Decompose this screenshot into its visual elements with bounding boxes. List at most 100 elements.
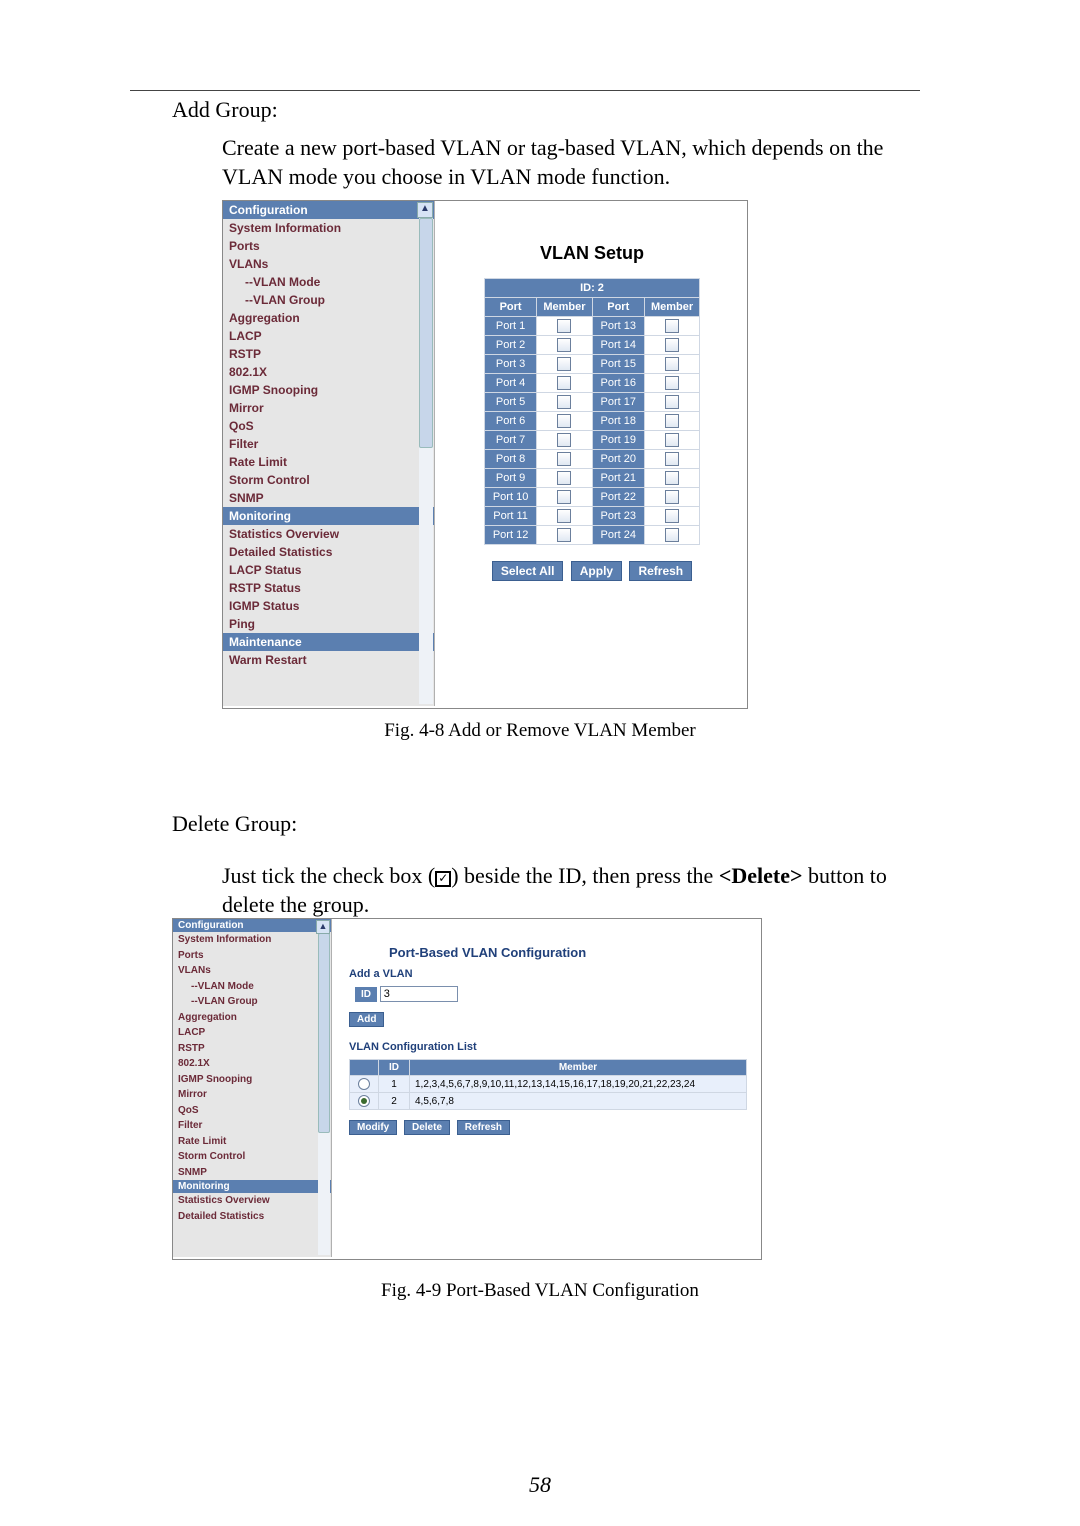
sidebar-item-vlan-group[interactable]: --VLAN Group	[223, 291, 434, 309]
col-id: ID	[379, 1060, 410, 1076]
sidebar: ▲ Configuration System Information Ports…	[223, 201, 435, 706]
checked-box-icon: ✓	[435, 871, 451, 887]
row-id: 2	[379, 1093, 410, 1110]
member-checkbox[interactable]	[665, 490, 679, 504]
sidebar-item-ports[interactable]: Ports	[173, 948, 331, 964]
sidebar-item-vlan-mode[interactable]: --VLAN Mode	[173, 979, 331, 995]
refresh-button[interactable]: Refresh	[629, 561, 692, 581]
col-select	[350, 1060, 379, 1076]
sidebar-item-rate-limit[interactable]: Rate Limit	[223, 453, 434, 471]
member-checkbox[interactable]	[557, 414, 571, 428]
sidebar-item-vlan-group[interactable]: --VLAN Group	[173, 994, 331, 1010]
sidebar-item-lacp-status[interactable]: LACP Status	[223, 561, 434, 579]
table-row: Port 4Port 16	[484, 374, 699, 393]
sidebar-item-detailed-statistics[interactable]: Detailed Statistics	[223, 543, 434, 561]
sidebar-item-rate-limit[interactable]: Rate Limit	[173, 1134, 331, 1150]
figure-caption-4-8: Fig. 4-8 Add or Remove VLAN Member	[0, 718, 1080, 744]
member-checkbox[interactable]	[665, 395, 679, 409]
sidebar-item-igmp-status[interactable]: IGMP Status	[223, 597, 434, 615]
apply-button[interactable]: Apply	[571, 561, 622, 581]
sidebar-item-filter[interactable]: Filter	[223, 435, 434, 453]
sidebar-item-mirror[interactable]: Mirror	[223, 399, 434, 417]
row-select-radio[interactable]	[358, 1095, 370, 1107]
sidebar-item-rstp[interactable]: RSTP	[223, 345, 434, 363]
sidebar-item-aggregation[interactable]: Aggregation	[173, 1010, 331, 1026]
table-row: Port 12Port 24	[484, 526, 699, 545]
member-checkbox[interactable]	[557, 509, 571, 523]
add-group-heading: Add Group:	[172, 95, 932, 125]
sidebar-item-system-information[interactable]: System Information	[173, 932, 331, 948]
sidebar-item-detailed-statistics[interactable]: Detailed Statistics	[173, 1209, 331, 1225]
sidebar-item-snmp[interactable]: SNMP	[223, 489, 434, 507]
sidebar-scroll-thumb[interactable]	[419, 218, 433, 448]
sidebar-item-filter[interactable]: Filter	[173, 1118, 331, 1134]
refresh-button[interactable]: Refresh	[457, 1120, 510, 1135]
member-checkbox[interactable]	[557, 395, 571, 409]
table-row: Port 11Port 23	[484, 507, 699, 526]
sidebar-item-qos[interactable]: QoS	[223, 417, 434, 435]
sidebar-item-snmp[interactable]: SNMP	[173, 1165, 331, 1181]
sidebar-item-8021x[interactable]: 802.1X	[173, 1056, 331, 1072]
member-checkbox[interactable]	[665, 452, 679, 466]
sidebar-item-aggregation[interactable]: Aggregation	[223, 309, 434, 327]
member-checkbox[interactable]	[557, 471, 571, 485]
member-checkbox[interactable]	[557, 376, 571, 390]
page-number: 58	[0, 1472, 1080, 1498]
scroll-up-icon[interactable]: ▲	[417, 202, 433, 218]
col-port-left: Port	[484, 298, 536, 317]
sidebar-item-igmp-snooping[interactable]: IGMP Snooping	[173, 1072, 331, 1088]
sidebar-header-monitoring: Monitoring	[223, 507, 434, 525]
sidebar-item-storm-control[interactable]: Storm Control	[223, 471, 434, 489]
sidebar-item-vlan-mode[interactable]: --VLAN Mode	[223, 273, 434, 291]
table-row: Port 2Port 14	[484, 336, 699, 355]
member-checkbox[interactable]	[665, 433, 679, 447]
sidebar-item-lacp[interactable]: LACP	[173, 1025, 331, 1041]
member-checkbox[interactable]	[557, 452, 571, 466]
sidebar-item-lacp[interactable]: LACP	[223, 327, 434, 345]
member-checkbox[interactable]	[665, 528, 679, 542]
member-checkbox[interactable]	[557, 338, 571, 352]
member-checkbox[interactable]	[665, 414, 679, 428]
sidebar-item-storm-control[interactable]: Storm Control	[173, 1149, 331, 1165]
sidebar-item-ports[interactable]: Ports	[223, 237, 434, 255]
sidebar-item-8021x[interactable]: 802.1X	[223, 363, 434, 381]
sidebar-scroll-thumb[interactable]	[318, 933, 330, 1133]
sidebar-item-rstp-status[interactable]: RSTP Status	[223, 579, 434, 597]
sidebar-item-mirror[interactable]: Mirror	[173, 1087, 331, 1103]
sidebar-item-ping[interactable]: Ping	[223, 615, 434, 633]
sidebar-item-vlans[interactable]: VLANs	[223, 255, 434, 273]
member-checkbox[interactable]	[665, 338, 679, 352]
member-checkbox[interactable]	[557, 357, 571, 371]
vlan-id-input[interactable]	[380, 986, 458, 1002]
member-checkbox[interactable]	[557, 433, 571, 447]
delete-button[interactable]: Delete	[404, 1120, 450, 1135]
sidebar-item-system-information[interactable]: System Information	[223, 219, 434, 237]
sidebar-item-qos[interactable]: QoS	[173, 1103, 331, 1119]
vlan-config-table: ID Member 1 1,2,3,4,5,6,7,8,9,10,11,12,1…	[349, 1059, 747, 1110]
table-row: Port 10Port 22	[484, 488, 699, 507]
select-all-button[interactable]: Select All	[492, 561, 564, 581]
sidebar-header-configuration: Configuration	[223, 201, 434, 219]
member-checkbox[interactable]	[557, 528, 571, 542]
scroll-up-icon[interactable]: ▲	[316, 920, 330, 934]
sidebar-item-vlans[interactable]: VLANs	[173, 963, 331, 979]
member-checkbox[interactable]	[557, 319, 571, 333]
row-select-radio[interactable]	[358, 1078, 370, 1090]
row-member: 4,5,6,7,8	[410, 1093, 747, 1110]
sidebar-item-rstp[interactable]: RSTP	[173, 1041, 331, 1057]
vlan-setup-screenshot: ▲ Configuration System Information Ports…	[222, 200, 748, 709]
member-checkbox[interactable]	[665, 471, 679, 485]
member-checkbox[interactable]	[665, 357, 679, 371]
member-checkbox[interactable]	[665, 509, 679, 523]
sidebar-item-statistics-overview[interactable]: Statistics Overview	[223, 525, 434, 543]
table-row: Port 7Port 19	[484, 431, 699, 450]
sidebar-item-warm-restart[interactable]: Warm Restart	[223, 651, 434, 669]
add-button[interactable]: Add	[349, 1012, 384, 1027]
sidebar-item-statistics-overview[interactable]: Statistics Overview	[173, 1193, 331, 1209]
member-checkbox[interactable]	[557, 490, 571, 504]
sidebar-item-igmp-snooping[interactable]: IGMP Snooping	[223, 381, 434, 399]
member-checkbox[interactable]	[665, 319, 679, 333]
sidebar: ▲ Configuration System Information Ports…	[173, 919, 332, 1257]
modify-button[interactable]: Modify	[349, 1120, 397, 1135]
member-checkbox[interactable]	[665, 376, 679, 390]
